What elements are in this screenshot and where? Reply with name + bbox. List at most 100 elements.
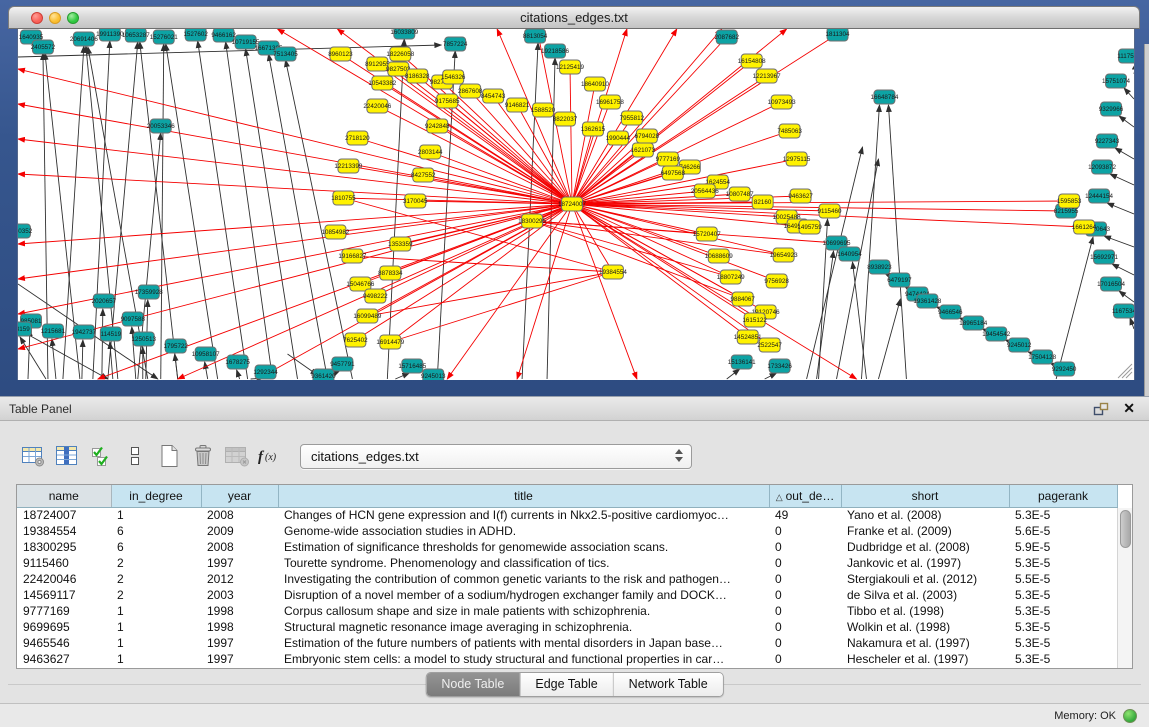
citation-edge-red[interactable]: [390, 272, 613, 342]
cell-short[interactable]: Stergiakouli et al. (2012): [841, 571, 1009, 587]
import-table-icon-disabled[interactable]: [222, 442, 252, 470]
graph-node-yellow[interactable]: 1495759: [797, 220, 822, 234]
cell-name[interactable]: 19384554: [17, 523, 111, 539]
graph-node-yellow[interactable]: 19384554: [599, 265, 627, 279]
citation-edge-black[interactable]: [395, 373, 409, 379]
cell-pagerank[interactable]: 5.3E-5: [1009, 507, 1117, 523]
cell-name[interactable]: 9699695: [17, 619, 111, 635]
citation-edge-black[interactable]: [1130, 318, 1134, 329]
graph-node-yellow[interactable]: 82160: [752, 195, 773, 209]
cell-out_degree[interactable]: 0: [769, 603, 841, 619]
graph-node-teal[interactable]: 16033809: [390, 29, 418, 39]
graph-node-yellow[interactable]: 16914479: [376, 335, 404, 349]
graph-node-yellow[interactable]: 22420046: [363, 99, 391, 113]
graph-node-yellow[interactable]: 9756928: [764, 274, 789, 288]
graph-node-teal[interactable]: 1678275: [225, 355, 250, 369]
graph-node-yellow[interactable]: 19166827: [338, 249, 366, 263]
graph-node-teal[interactable]: 8813054: [523, 29, 548, 43]
graph-node-yellow[interactable]: 10543382: [368, 76, 396, 90]
graph-node-yellow[interactable]: 9115460: [818, 204, 842, 218]
graph-node-teal[interactable]: 16648784: [870, 90, 898, 104]
graph-node-yellow[interactable]: 2522547: [757, 338, 782, 352]
graph-node-teal[interactable]: 1942737: [72, 325, 97, 339]
graph-node-teal[interactable]: 1640352: [18, 224, 33, 238]
cell-pagerank[interactable]: 5.5E-5: [1009, 571, 1117, 587]
graph-node-yellow[interactable]: 8960123: [328, 47, 353, 61]
graph-node-teal[interactable]: 9245012: [1007, 338, 1032, 352]
graph-node-yellow[interactable]: 1615122: [742, 313, 767, 327]
graph-node-yellow[interactable]: 7625402: [343, 333, 368, 347]
table-row[interactable]: 946554611997Estimation of the future num…: [17, 635, 1117, 651]
cell-pagerank[interactable]: 5.3E-5: [1009, 619, 1117, 635]
citation-edge-black[interactable]: [140, 42, 178, 379]
graph-node-yellow[interactable]: 9777169: [656, 152, 681, 166]
graph-node-teal[interactable]: 7857224: [443, 37, 468, 51]
citation-edge-black[interactable]: [765, 373, 777, 379]
graph-node-teal[interactable]: 19454542: [982, 327, 1010, 341]
citation-edge-red[interactable]: [430, 152, 572, 204]
new-document-icon[interactable]: [154, 442, 184, 470]
table-row[interactable]: 1872400712008Changes of HCN gene express…: [17, 507, 1117, 523]
function-builder-icon[interactable]: f (x): [256, 442, 286, 470]
cell-out_degree[interactable]: 0: [769, 571, 841, 587]
cell-name[interactable]: 9463627: [17, 651, 111, 667]
column-header-in_degree[interactable]: in_degree: [111, 485, 201, 507]
graph-node-teal[interactable]: 93159: [18, 322, 31, 336]
graph-node-teal[interactable]: 8938923: [867, 260, 892, 274]
graph-node-yellow[interactable]: 20564436: [691, 184, 719, 198]
cell-short[interactable]: Jankovic et al. (1997): [841, 555, 1009, 571]
cell-year[interactable]: 2008: [201, 539, 278, 555]
graph-node-yellow[interactable]: 1362615: [581, 122, 606, 136]
cell-in_degree[interactable]: 2: [111, 587, 201, 603]
graph-node-teal[interactable]: 6479197: [887, 273, 912, 287]
cell-in_degree[interactable]: 1: [111, 651, 201, 667]
window-resize-grip[interactable]: [1118, 364, 1132, 378]
citation-edge-black[interactable]: [82, 340, 83, 379]
table-column-icon[interactable]: [52, 442, 82, 470]
graph-node-yellow[interactable]: 2867608: [458, 84, 483, 98]
cell-title[interactable]: Tourette syndrome. Phenomenology and cla…: [278, 555, 769, 571]
cell-title[interactable]: Structural magnetic resonance image aver…: [278, 619, 769, 635]
citation-edge-red[interactable]: [572, 204, 637, 379]
citation-edge-black[interactable]: [237, 370, 240, 379]
table-selector-dropdown[interactable]: citations_edges.txt: [300, 444, 692, 469]
graph-node-teal[interactable]: 12093872: [1088, 160, 1116, 174]
cell-pagerank[interactable]: 5.3E-5: [1009, 651, 1117, 667]
graph-node-yellow[interactable]: 12975115: [783, 152, 811, 166]
cell-title[interactable]: Disruption of a novel member of a sodium…: [278, 587, 769, 603]
table-row[interactable]: 2242004622012Investigating the contribut…: [17, 571, 1117, 587]
citation-edge-red[interactable]: [532, 221, 784, 255]
citation-edge-black[interactable]: [853, 262, 867, 379]
graph-node-teal[interactable]: 1117534: [1117, 49, 1134, 63]
citation-edge-black[interactable]: [1110, 174, 1134, 185]
graph-node-yellow[interactable]: 18724007: [558, 197, 586, 211]
cell-in_degree[interactable]: 6: [111, 539, 201, 555]
graph-node-teal[interactable]: 9329966: [1099, 102, 1124, 116]
graph-node-yellow[interactable]: 1595853: [1057, 194, 1082, 208]
graph-node-yellow[interactable]: 6497568: [661, 166, 686, 180]
graph-node-teal[interactable]: 1167534: [1112, 304, 1134, 318]
cell-pagerank[interactable]: 5.3E-5: [1009, 603, 1117, 619]
graph-node-yellow[interactable]: 3170045: [403, 194, 428, 208]
cell-pagerank[interactable]: 5.9E-5: [1009, 539, 1117, 555]
cell-name[interactable]: 14569117: [17, 587, 111, 603]
cell-title[interactable]: Estimation of the future numbers of pati…: [278, 635, 769, 651]
citation-edge-black[interactable]: [1119, 116, 1134, 127]
graph-node-yellow[interactable]: 10688609: [705, 249, 733, 263]
graph-node-teal[interactable]: 15692971: [1090, 250, 1118, 264]
cell-name[interactable]: 18724007: [17, 507, 111, 523]
table-row[interactable]: 1938455462009Genome-wide association stu…: [17, 523, 1117, 539]
table-row[interactable]: 1830029562008Estimation of significance …: [17, 539, 1117, 555]
cell-in_degree[interactable]: 1: [111, 619, 201, 635]
graph-node-teal[interactable]: 19361428: [913, 294, 941, 308]
graph-node-yellow[interactable]: 8878334: [378, 266, 403, 280]
cell-year[interactable]: 2012: [201, 571, 278, 587]
cell-title[interactable]: Estimation of significance thresholds fo…: [278, 539, 769, 555]
graph-node-yellow[interactable]: 10854982: [321, 225, 349, 239]
graph-node-yellow[interactable]: 8822037: [553, 112, 578, 126]
cell-short[interactable]: de Silva et al. (2003): [841, 587, 1009, 603]
citation-edge-black[interactable]: [888, 105, 906, 379]
graph-node-teal[interactable]: 1640954: [837, 247, 862, 261]
graph-node-yellow[interactable]: 1546326: [441, 70, 466, 84]
graph-node-teal[interactable]: 17359928: [135, 285, 163, 299]
